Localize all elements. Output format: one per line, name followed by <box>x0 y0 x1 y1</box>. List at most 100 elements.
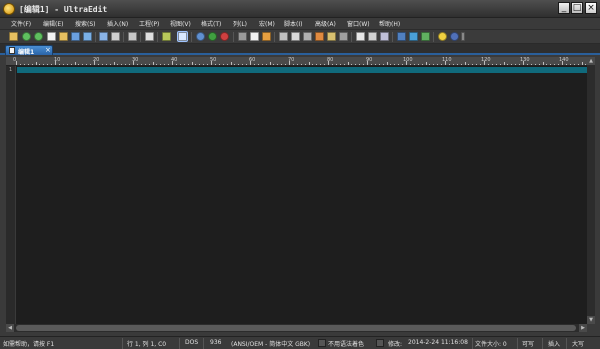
cut-icon[interactable] <box>238 32 247 41</box>
cascade-icon[interactable] <box>380 32 389 41</box>
scroll-right-icon[interactable]: ▶ <box>579 324 587 332</box>
ruler-tick <box>476 64 478 65</box>
ruler-tick <box>51 64 53 65</box>
status-highlight[interactable]: 不用语法着色 <box>328 339 364 348</box>
current-line-highlight <box>17 67 587 73</box>
menu-window[interactable]: 窗口(W) <box>347 19 370 28</box>
ruler-tick <box>113 62 115 65</box>
column-mode-icon[interactable] <box>162 32 171 41</box>
ftp-browser-icon[interactable] <box>409 32 418 41</box>
browser-icon[interactable] <box>196 32 205 41</box>
save-all-icon[interactable] <box>83 32 92 41</box>
horizontal-scroll-thumb[interactable] <box>16 325 576 331</box>
menu-file[interactable]: 文件(F) <box>11 19 31 28</box>
menu-edit[interactable]: 编辑(E) <box>43 19 63 28</box>
new-document-icon[interactable] <box>47 32 56 41</box>
modified-icon <box>376 339 384 347</box>
web-icon[interactable] <box>397 32 406 41</box>
close-button[interactable]: × <box>585 2 597 14</box>
ruler-tick <box>312 64 314 65</box>
print-preview-icon[interactable] <box>111 32 120 41</box>
menu-project[interactable]: 工程(P) <box>139 19 159 28</box>
save-icon[interactable] <box>71 32 80 41</box>
scroll-down-icon[interactable]: ▼ <box>587 316 595 324</box>
horizontal-scrollbar[interactable]: ◀ ▶ <box>6 324 587 332</box>
goto-icon[interactable] <box>327 32 336 41</box>
scroll-left-icon[interactable]: ◀ <box>6 324 14 332</box>
menu-insert[interactable]: 插入(N) <box>107 19 128 28</box>
tab-document[interactable]: 编辑1 × <box>5 45 53 56</box>
sync-icon[interactable] <box>421 32 430 41</box>
status-insert[interactable]: 插入 <box>548 339 560 348</box>
ruler-tick <box>558 64 560 65</box>
status-line-ending[interactable]: DOS <box>185 339 198 346</box>
menu-script[interactable]: 脚本(I) <box>284 19 302 28</box>
ruler-tick <box>351 64 353 65</box>
ruler-tick <box>214 64 216 65</box>
ruler-tick <box>538 64 540 65</box>
bookmark-icon[interactable] <box>315 32 324 41</box>
ruler-tick <box>234 64 236 65</box>
minimize-button[interactable]: _ <box>558 2 570 14</box>
scroll-up-icon[interactable]: ▲ <box>587 57 595 65</box>
menu-column[interactable]: 列(L) <box>233 19 247 28</box>
toolbar-separator <box>433 32 434 42</box>
ruler-tick <box>562 61 563 65</box>
status-writable[interactable]: 可写 <box>522 339 534 348</box>
ruler-tick <box>425 62 427 65</box>
grid-icon[interactable] <box>128 32 137 41</box>
forward-icon[interactable] <box>34 32 43 41</box>
ruler-tick <box>530 64 532 65</box>
menu-help[interactable]: 帮助(H) <box>379 19 400 28</box>
menu-advanced[interactable]: 高级(A) <box>315 19 336 28</box>
status-position: 行 1, 列 1, C0 <box>127 341 167 348</box>
menu-search[interactable]: 搜索(S) <box>75 19 96 28</box>
maximize-button[interactable]: □ <box>571 2 583 14</box>
open-folder-icon[interactable] <box>59 32 68 41</box>
status-encoding[interactable]: (ANSI/OEM - 简体中文 GBK) <box>231 339 310 348</box>
find-icon[interactable] <box>279 32 288 41</box>
lightbulb-icon[interactable] <box>438 32 447 41</box>
split-window-icon[interactable] <box>356 32 365 41</box>
status-codepage[interactable]: 936 <box>210 339 221 346</box>
print-icon[interactable] <box>99 32 108 41</box>
ruler-tick <box>250 61 251 65</box>
ruler-number: 130 <box>520 57 530 63</box>
ruler-tick <box>230 62 232 65</box>
ruler-tick <box>515 64 517 65</box>
app-icon[interactable] <box>3 3 15 15</box>
ruler-tick <box>448 64 450 65</box>
toolbar-overflow-icon[interactable] <box>461 32 465 41</box>
ruler-tick <box>273 64 275 65</box>
editor-area[interactable]: 1 <box>6 66 587 324</box>
menu-format[interactable]: 格式(T) <box>201 19 221 28</box>
back-icon[interactable] <box>22 32 31 41</box>
status-datetime: 2014-2-24 11:16:08 <box>408 339 468 346</box>
ruler-tick <box>472 64 474 65</box>
ftp-icon[interactable] <box>208 32 217 41</box>
status-separator <box>122 338 123 349</box>
ruler-tick <box>328 61 329 65</box>
vertical-scrollbar[interactable]: ▲ ▼ <box>587 57 595 324</box>
help-icon[interactable] <box>450 32 459 41</box>
document-icon <box>9 47 15 54</box>
menu-macro[interactable]: 宏(M) <box>259 19 275 28</box>
macro-icon[interactable] <box>339 32 348 41</box>
stop-icon[interactable] <box>220 32 229 41</box>
ruler-tick <box>398 64 400 65</box>
ruler-tick <box>148 64 150 65</box>
menu-view[interactable]: 视图(V) <box>170 19 191 28</box>
ruler-tick <box>308 62 310 65</box>
toolbar-separator <box>191 32 192 42</box>
ruler-tick <box>484 61 485 65</box>
replace-icon[interactable] <box>291 32 300 41</box>
tab-close-icon[interactable]: × <box>45 46 51 54</box>
hex-mode-icon[interactable] <box>177 31 188 42</box>
tile-icon[interactable] <box>368 32 377 41</box>
paste-icon[interactable] <box>262 32 271 41</box>
find-in-files-icon[interactable] <box>303 32 312 41</box>
document-icon[interactable] <box>145 32 154 41</box>
ruler-tick <box>31 64 33 65</box>
new-file-icon[interactable] <box>9 32 18 41</box>
copy-icon[interactable] <box>250 32 259 41</box>
